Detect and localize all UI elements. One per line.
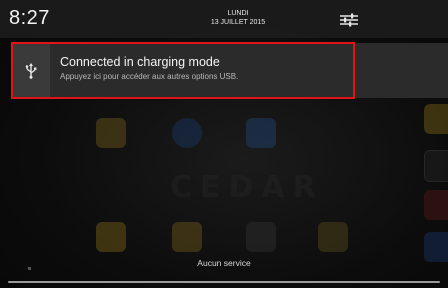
date-display: LUNDI 13 JUILLET 2015: [188, 9, 288, 27]
sliders-icon[interactable]: [339, 13, 359, 27]
date-label: 13 JUILLET 2015: [210, 19, 266, 26]
app-icon: [172, 118, 202, 148]
usb-icon: [12, 43, 50, 98]
clock: 8:27: [9, 7, 50, 29]
usb-notification[interactable]: Connected in charging mode Appuyez ici p…: [12, 43, 354, 98]
carrier-status: Aucun service: [197, 258, 251, 268]
notification-title: Connected in charging mode: [60, 55, 220, 69]
shade-drag-handle[interactable]: [8, 281, 440, 283]
app-icon: [96, 118, 126, 148]
app-icon: [424, 190, 448, 220]
app-icon: [172, 222, 202, 252]
app-icon: [318, 222, 348, 252]
notification-text: Appuyez ici pour accéder aux autres opti…: [60, 72, 239, 81]
app-icon: [424, 150, 448, 182]
brand-logo: CEDAR: [170, 170, 324, 205]
app-icon: [246, 118, 276, 148]
android-screen: CEDAR 8:27 LUNDI 13 JUILLET 2015 Connect…: [0, 0, 448, 288]
notification-shade-header: 8:27 LUNDI 13 JUILLET 2015: [0, 0, 448, 38]
app-icon: [246, 222, 276, 252]
day-label: LUNDI: [227, 10, 249, 17]
app-icon: [96, 222, 126, 252]
app-icon: [424, 104, 448, 134]
notification-background: [355, 43, 448, 98]
